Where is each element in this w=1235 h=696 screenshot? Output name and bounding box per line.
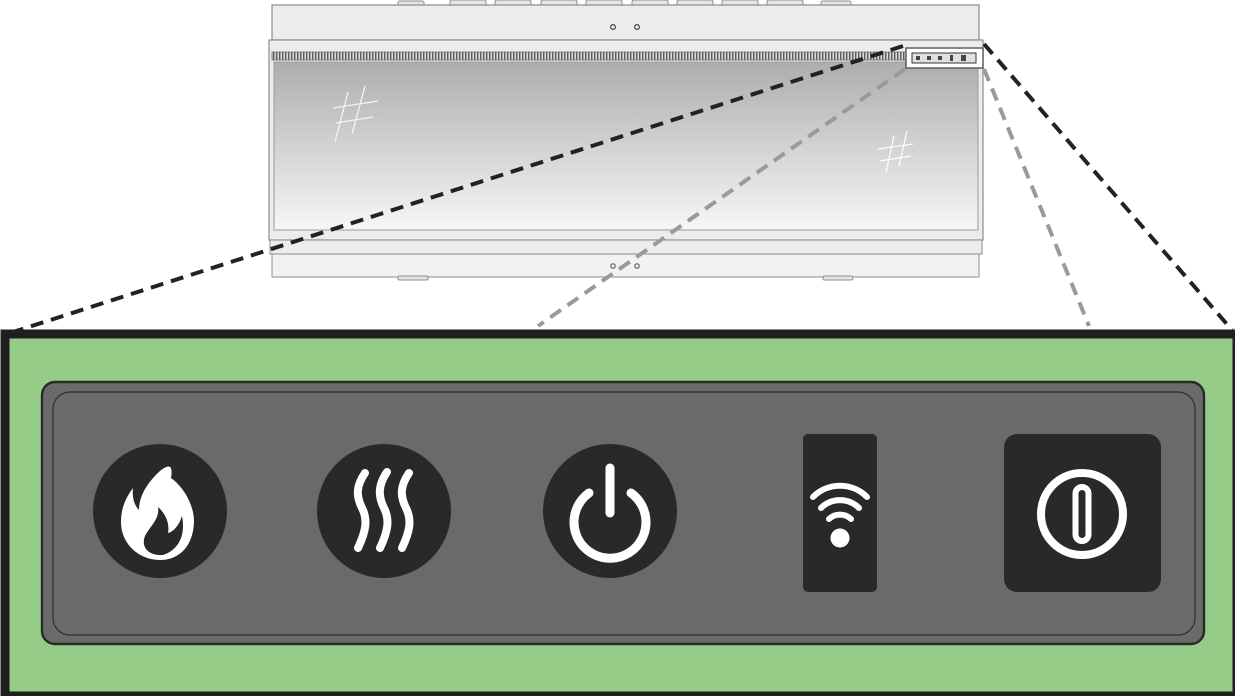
fireplace-control-diagram [0,0,1235,696]
power-button[interactable] [543,444,677,578]
fireplace-base [269,239,983,255]
callout-line-dark [982,42,1234,332]
heat-button[interactable] [317,444,451,578]
control-panel-zoom [0,329,1235,696]
wifi-button[interactable] [803,434,877,592]
fireplace-glass [273,61,979,231]
fireplace-illustration [268,0,984,281]
vent-strip [271,51,909,61]
flame-button[interactable] [93,444,227,578]
main-switch-button[interactable] [1004,434,1161,592]
fireplace-control-box-strip [911,52,977,64]
fireplace-top-housing [271,4,980,41]
callout-line-light [982,68,1091,327]
